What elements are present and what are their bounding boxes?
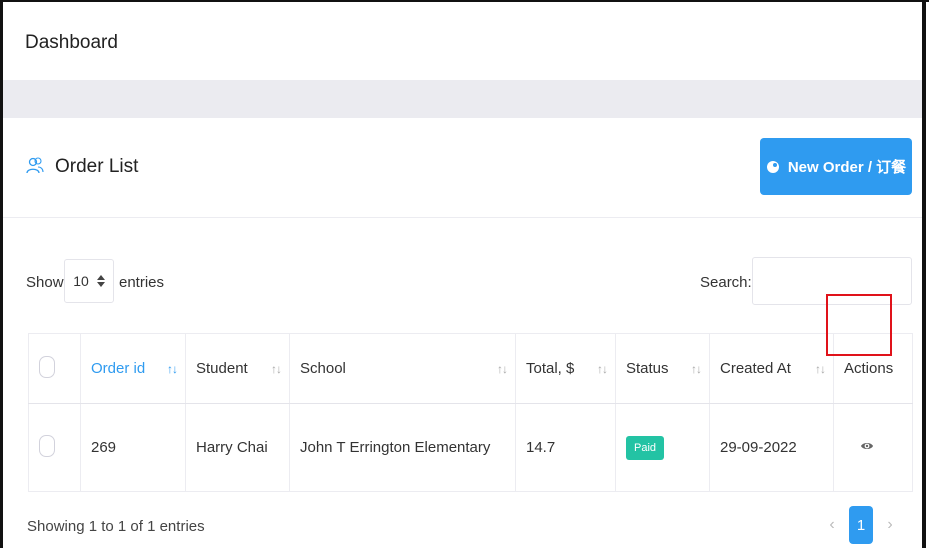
cell-created-at: 29-09-2022: [709, 403, 834, 492]
sort-icon: ↑↓: [271, 362, 282, 376]
cell-actions: [833, 403, 913, 492]
column-header-actions: Actions: [833, 333, 913, 404]
column-header-student[interactable]: Student ↑↓: [185, 333, 290, 404]
select-arrows-icon: [96, 275, 105, 287]
sort-icon: ↑↓: [691, 362, 702, 376]
cell-status: Paid: [615, 403, 710, 492]
content-divider-band: [3, 80, 922, 118]
column-header-order-id[interactable]: Order id ↑↓: [80, 333, 186, 404]
card-title: Order List: [55, 156, 139, 177]
window-frame-right: [922, 0, 926, 548]
table-header-row: Order id ↑↓ Student ↑↓ School ↑↓ Total, $ ↑↓…: [28, 333, 913, 404]
column-header-total[interactable]: Total, $ ↑↓: [515, 333, 616, 404]
column-header-created-at[interactable]: Created At ↑↓: [709, 333, 834, 404]
sort-icon: ↑↓: [167, 362, 178, 376]
entries-label: entries: [119, 274, 165, 291]
select-all-checkbox[interactable]: [39, 355, 55, 378]
entries-per-page-select[interactable]: 10: [64, 259, 114, 303]
page-header: Dashboard: [3, 2, 922, 80]
table-row: 269 Harry Chai John T Errington Elementa…: [28, 403, 913, 492]
column-header-school[interactable]: School ↑↓: [289, 333, 516, 404]
show-label: Show: [26, 274, 64, 291]
page-title: Dashboard: [25, 32, 118, 53]
eye-icon[interactable]: [860, 439, 874, 453]
dot-circle-icon: [766, 160, 779, 173]
page-button-1[interactable]: 1: [849, 506, 873, 544]
new-order-button-label: New Order / 订餐: [787, 159, 907, 176]
cell-total: 14.7: [515, 403, 616, 492]
new-order-button[interactable]: New Order / 订餐: [760, 138, 912, 195]
cell-school: John T Errington Elementary: [289, 403, 516, 492]
order-list-card: Order List New Order / 订餐 Show 10 entrie…: [3, 118, 922, 548]
sort-icon: ↑↓: [815, 362, 826, 376]
users-icon: [26, 157, 44, 174]
cell-order-id: 269: [80, 403, 186, 492]
entries-per-page-value: 10: [73, 273, 89, 289]
sort-icon: ↑↓: [597, 362, 608, 376]
cell-student: Harry Chai: [185, 403, 290, 492]
previous-page-button[interactable]: ‹: [825, 516, 839, 534]
next-page-button[interactable]: ›: [883, 516, 897, 534]
table-info: Showing 1 to 1 of 1 entries: [27, 518, 205, 535]
row-checkbox[interactable]: [39, 434, 55, 457]
select-all-cell: [28, 333, 81, 404]
card-header: Order List New Order / 订餐: [3, 118, 922, 218]
orders-table: Order id ↑↓ Student ↑↓ School ↑↓ Total, $ ↑↓…: [28, 333, 913, 492]
pagination: ‹ 1 ›: [825, 506, 897, 544]
row-select-cell: [28, 403, 81, 492]
sort-icon: ↑↓: [497, 362, 508, 376]
search-label: Search:: [700, 274, 752, 291]
status-badge: Paid: [626, 435, 665, 460]
column-header-status[interactable]: Status ↑↓: [615, 333, 710, 404]
search-input[interactable]: [752, 257, 912, 305]
